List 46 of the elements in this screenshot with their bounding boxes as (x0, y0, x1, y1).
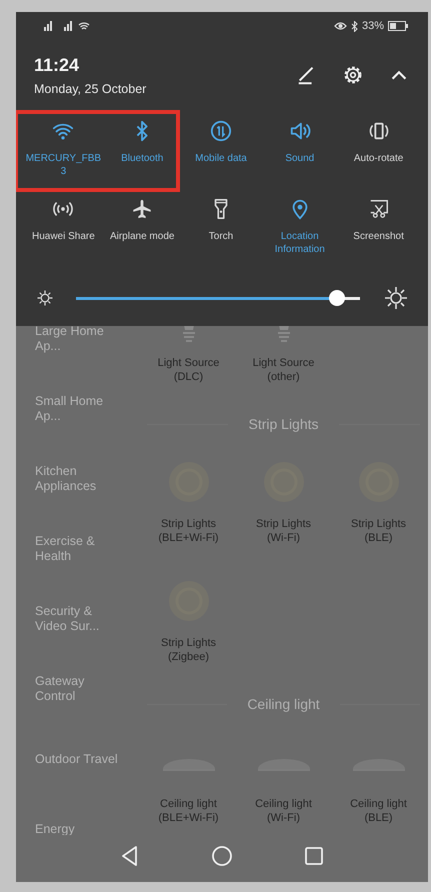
bulb-icon (276, 326, 292, 342)
home-icon[interactable] (210, 844, 234, 868)
bluetooth-icon (350, 20, 358, 32)
eye-icon (334, 21, 347, 31)
category-item[interactable]: Large Home Ap... (35, 326, 127, 354)
quick-setting-tile[interactable]: Sound (260, 118, 340, 196)
device-label[interactable]: Light Source (other) (252, 356, 314, 384)
quick-setting-tile[interactable]: Auto-rotate (339, 118, 418, 196)
category-item[interactable]: Small Home Ap... (35, 394, 127, 424)
mobile-data-icon (210, 120, 232, 142)
category-item[interactable]: Exercise & Health (35, 534, 127, 564)
airplane-icon (131, 198, 154, 220)
device-label[interactable]: Strip Lights (BLE+Wi-Fi) (158, 517, 219, 545)
category-item[interactable]: Kitchen Appliances (35, 464, 127, 494)
bulb-icon (180, 326, 196, 342)
clock-time: 11:24 (34, 54, 80, 76)
quick-setting-tile[interactable]: Torch (182, 196, 260, 278)
device-label[interactable]: Light Source (DLC) (158, 356, 220, 384)
quick-setting-tile[interactable]: Screenshot (339, 196, 418, 278)
settings-icon[interactable] (342, 64, 364, 86)
battery-percentage: 33% (362, 20, 384, 32)
category-item[interactable]: Energy (35, 822, 75, 835)
rotate-icon (368, 120, 390, 142)
battery-icon (388, 21, 408, 31)
category-item[interactable]: Gateway Control (35, 674, 127, 704)
quick-setting-tile[interactable]: Bluetooth (102, 118, 182, 196)
quick-setting-tile[interactable]: Airplane mode (102, 196, 182, 278)
wifi-icon (78, 20, 90, 32)
device-label[interactable]: Strip Lights (Zigbee) (160, 636, 216, 664)
quick-setting-tile[interactable]: MERCURY_FBB3 (24, 118, 103, 196)
speaker-icon (288, 120, 311, 142)
device-label[interactable]: Ceiling light (BLE) (350, 797, 407, 825)
section-heading: Ceiling light (247, 696, 320, 712)
brightness-low-icon (36, 289, 54, 307)
device-label[interactable]: Ceiling light (Wi-Fi) (255, 797, 312, 825)
device-label[interactable]: Ceiling light (BLE+Wi-Fi) (158, 797, 219, 825)
quick-setting-tile[interactable]: Huawei Share (24, 196, 103, 278)
section-heading: Strip Lights (248, 416, 319, 432)
quick-setting-tile[interactable]: Location Information (260, 196, 340, 278)
device-label[interactable]: Strip Lights (BLE) (350, 517, 406, 545)
category-item[interactable]: Security & Video Sur... (35, 604, 127, 634)
brightness-high-icon (384, 286, 408, 310)
category-item[interactable]: Outdoor Travel (35, 752, 118, 766)
device-label[interactable]: Strip Lights (Wi-Fi) (256, 517, 312, 545)
date-text: Monday, 25 October (34, 82, 146, 96)
quick-setting-tile[interactable]: Mobile data (182, 118, 260, 196)
